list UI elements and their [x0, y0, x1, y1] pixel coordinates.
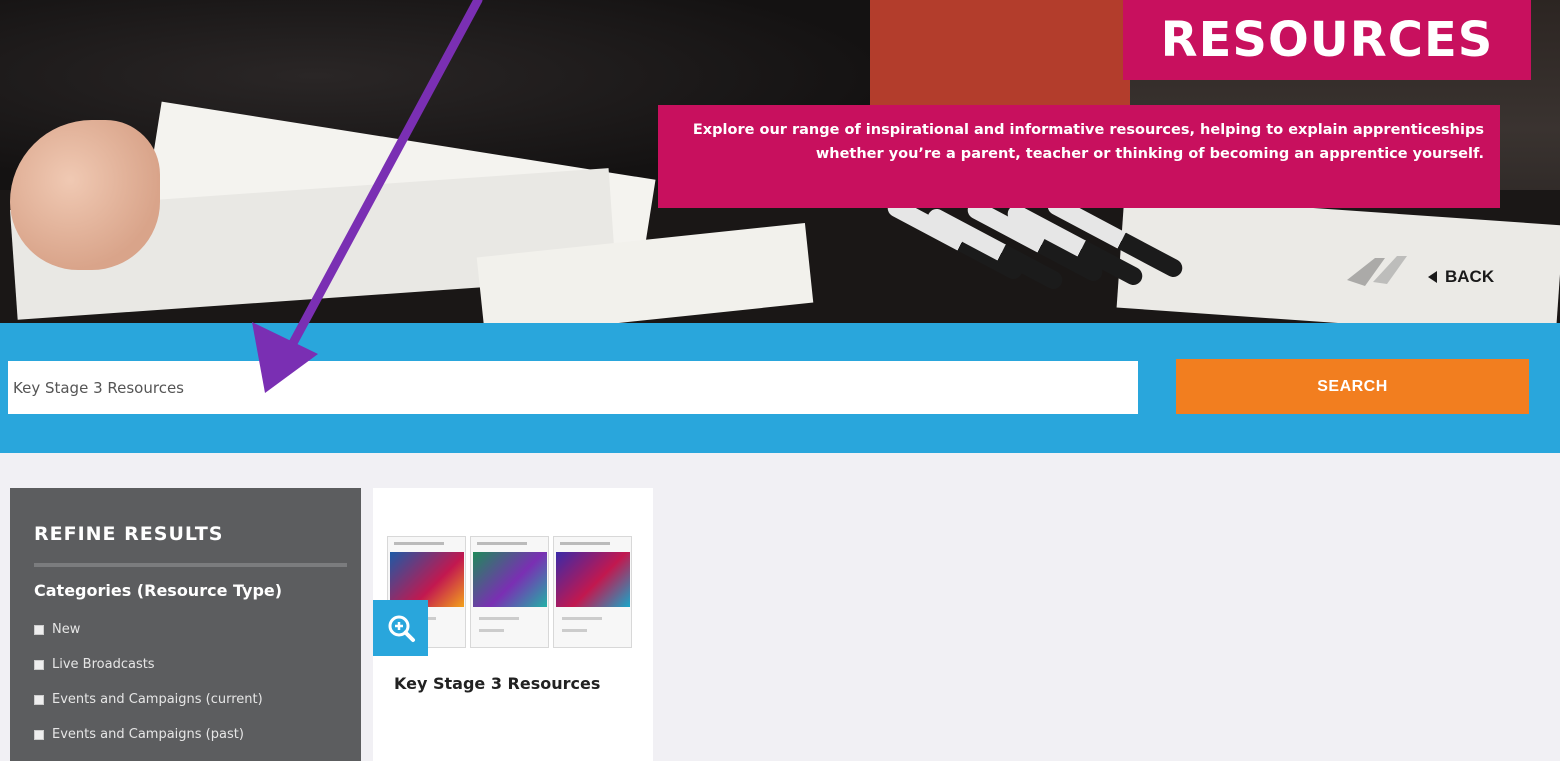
page-title: RESOURCES	[1123, 0, 1531, 80]
refine-results-heading: REFINE RESULTS	[34, 523, 347, 567]
zoom-in-icon	[388, 615, 415, 642]
result-card[interactable]: Key Stage 3 Resources	[373, 488, 653, 761]
hero-description: Explore our range of inspirational and i…	[658, 105, 1500, 208]
thumbnail-page	[470, 536, 549, 648]
back-triangle-icon	[1428, 271, 1437, 283]
checkbox[interactable]	[34, 659, 44, 670]
filter-option-label: Live Broadcasts	[52, 657, 155, 672]
filter-option-label: Events and Campaigns (current)	[52, 692, 263, 707]
filter-option-events-past[interactable]: Events and Campaigns (past)	[34, 717, 337, 752]
hero-logo-mark-icon	[1347, 256, 1407, 286]
search-input[interactable]	[8, 361, 1138, 414]
filter-option-new[interactable]: New	[34, 612, 337, 647]
result-title[interactable]: Key Stage 3 Resources	[394, 674, 600, 693]
back-button[interactable]: BACK	[1428, 264, 1494, 290]
checkbox[interactable]	[34, 624, 44, 635]
zoom-button[interactable]	[373, 600, 428, 656]
categories-heading: Categories (Resource Type)	[34, 581, 283, 600]
hero-photo-red-backdrop	[870, 0, 1130, 110]
filter-option-events-current[interactable]: Events and Campaigns (current)	[34, 682, 337, 717]
filter-option-live-broadcasts[interactable]: Live Broadcasts	[34, 647, 337, 682]
checkbox[interactable]	[34, 729, 44, 740]
refine-results-panel: REFINE RESULTS Categories (Resource Type…	[10, 488, 361, 761]
search-button[interactable]: SEARCH	[1176, 359, 1529, 414]
checkbox[interactable]	[34, 694, 44, 705]
thumbnail-page	[553, 536, 632, 648]
back-button-label: BACK	[1445, 267, 1495, 286]
filter-option-label: New	[52, 622, 81, 637]
filter-option-label: Events and Campaigns (past)	[52, 727, 244, 742]
hero-banner: RESOURCES Explore our range of inspirati…	[0, 0, 1560, 323]
